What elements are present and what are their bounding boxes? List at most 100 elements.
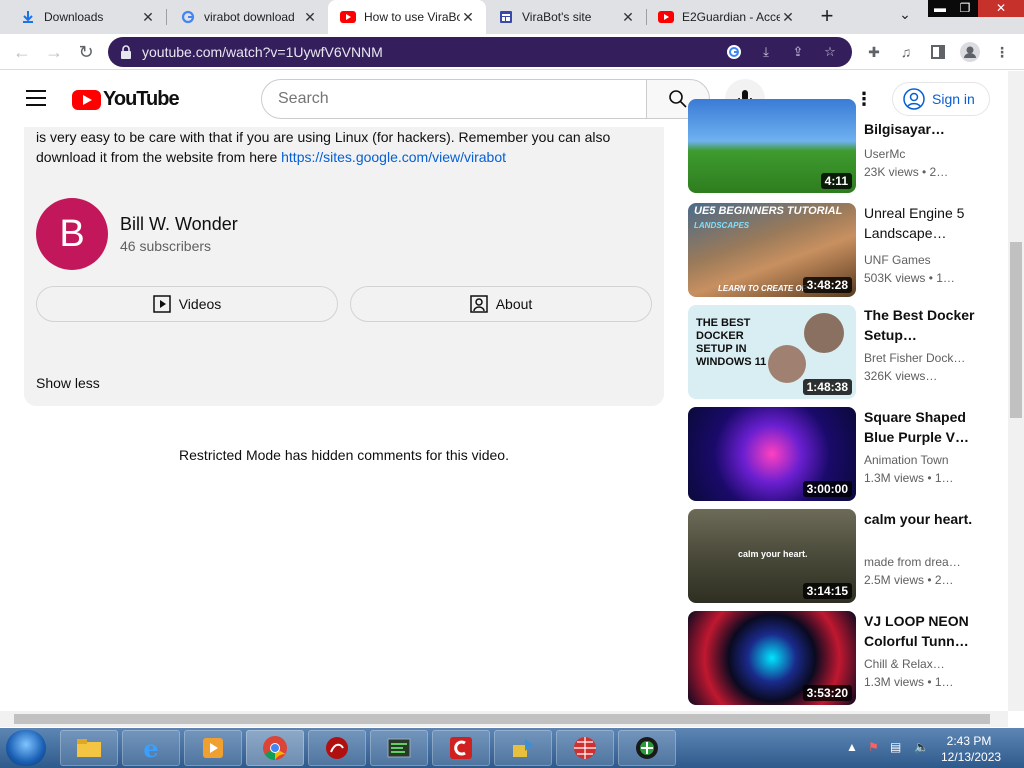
thumbnail-caption: LEARN TO CREATE OP: [718, 284, 808, 293]
new-tab-button[interactable]: +: [815, 4, 839, 28]
address-bar[interactable]: youtube.com/watch?v=1UywfV6VNNM ⤓ ⇪ ☆: [108, 37, 852, 67]
video-thumbnail[interactable]: 3:00:00: [688, 407, 856, 501]
youtube-logo[interactable]: YouTube: [72, 88, 180, 111]
minimize-button[interactable]: ▬: [928, 0, 952, 17]
close-icon[interactable]: ✕: [302, 9, 318, 25]
close-icon[interactable]: ✕: [460, 9, 476, 25]
video-channel[interactable]: UserMc: [864, 147, 996, 161]
tab-e2guardian[interactable]: E2Guardian - Access Denied ✕: [646, 0, 806, 34]
url-text[interactable]: youtube.com/watch?v=1UywfV6VNNM: [142, 44, 724, 60]
app-red-swirl-icon[interactable]: [308, 730, 366, 766]
close-icon[interactable]: ✕: [620, 9, 636, 25]
video-thumbnail[interactable]: 3:53:20: [688, 611, 856, 705]
side-panel-icon[interactable]: [928, 42, 948, 62]
sign-in-button[interactable]: Sign in: [892, 82, 990, 116]
terminal-app-icon[interactable]: [370, 730, 428, 766]
video-title[interactable]: The Best Docker Setup…: [864, 305, 996, 345]
search-icon: [669, 90, 687, 108]
media-controls-icon[interactable]: ♫: [896, 42, 916, 62]
lock-icon[interactable]: [120, 45, 132, 59]
extensions-puzzle-icon[interactable]: ✚: [864, 42, 884, 62]
media-player-icon[interactable]: [184, 730, 242, 766]
virabot-site-link[interactable]: https://sites.google.com/view/virabot: [281, 149, 506, 165]
share-icon[interactable]: ⇪: [788, 42, 808, 62]
video-channel[interactable]: Bret Fisher Dock…: [864, 351, 996, 365]
video-thumbnail[interactable]: calm your heart. 3:14:15: [688, 509, 856, 603]
related-video[interactable]: 3:53:20 VJ LOOP NEON Colorful Tunn… Chil…: [688, 611, 1003, 705]
video-thumbnail[interactable]: THE BEST DOCKER SETUP IN WINDOWS 11 1:48…: [688, 305, 856, 399]
network-icon[interactable]: ▤: [890, 740, 901, 754]
account-circle-icon: [903, 88, 925, 110]
video-channel[interactable]: Chill & Relax…: [864, 657, 996, 671]
show-hidden-icons-chevron-icon[interactable]: ▲: [846, 740, 858, 754]
related-video[interactable]: 3:00:00 Square Shaped Blue Purple V… Ani…: [688, 407, 1003, 501]
video-channel[interactable]: Animation Town: [864, 453, 996, 467]
vertical-scrollbar-thumb[interactable]: [1010, 242, 1022, 418]
forward-arrow-icon[interactable]: →: [42, 40, 66, 64]
video-description: is very easy to be care with that if you…: [24, 127, 664, 406]
clock-date[interactable]: 12/13/2023: [941, 750, 1001, 764]
chrome-icon[interactable]: [246, 730, 304, 766]
tab-virabot-download[interactable]: virabot download ✕: [166, 0, 328, 34]
related-video[interactable]: calm your heart. 3:14:15 calm your heart…: [688, 509, 1003, 603]
channel-avatar[interactable]: B: [36, 198, 108, 270]
globe-app-icon[interactable]: [556, 730, 614, 766]
video-title[interactable]: calm your heart.: [864, 509, 996, 529]
close-icon[interactable]: ✕: [780, 9, 796, 25]
video-channel[interactable]: made from drea…: [864, 555, 996, 569]
video-channel[interactable]: UNF Games: [864, 253, 996, 267]
google-lens-icon[interactable]: [724, 42, 744, 62]
video-thumbnail[interactable]: 4:11: [688, 99, 856, 193]
tab-title: How to use ViraBot: [364, 10, 460, 24]
window-close-button[interactable]: ✕: [978, 0, 1024, 17]
internet-explorer-icon[interactable]: e: [122, 730, 180, 766]
description-text: is very easy to be care with that if you…: [36, 127, 636, 167]
network-settings-icon[interactable]: [494, 730, 552, 766]
related-video[interactable]: THE BEST DOCKER SETUP IN WINDOWS 11 1:48…: [688, 305, 1003, 399]
clock-time[interactable]: 2:43 PM: [941, 734, 997, 748]
profile-avatar-icon[interactable]: [960, 42, 980, 62]
video-title[interactable]: Unreal Engine 5 Landscape…: [864, 203, 996, 243]
thumbnail-caption: calm your heart.: [738, 549, 808, 559]
tab-downloads[interactable]: Downloads ✕: [0, 0, 166, 34]
flag-alert-icon[interactable]: ⚑: [868, 740, 879, 754]
chrome-menu-icon[interactable]: ⋮: [992, 42, 1012, 62]
browser-toolbar: ← → ↻ youtube.com/watch?v=1UywfV6VNNM ⤓ …: [0, 34, 1024, 70]
app-red-c-icon[interactable]: [432, 730, 490, 766]
install-app-icon[interactable]: ⤓: [756, 42, 776, 62]
videos-button[interactable]: Videos: [36, 286, 338, 322]
channel-name[interactable]: Bill W. Wonder: [120, 214, 238, 235]
video-title[interactable]: Square Shaped Blue Purple V…: [864, 407, 996, 447]
reload-icon[interactable]: ↻: [74, 40, 98, 64]
file-explorer-icon[interactable]: [60, 730, 118, 766]
security-shield-icon[interactable]: [618, 730, 676, 766]
related-video[interactable]: 4:11 Bilgisayar… UserMc 23K views • 2…: [688, 99, 1003, 193]
maximize-button[interactable]: ❐: [952, 0, 978, 17]
search-input[interactable]: Search: [261, 79, 647, 119]
tab-virabot-site[interactable]: ViraBot's site ✕: [486, 0, 646, 34]
video-meta: 23K views • 2…: [864, 165, 949, 179]
hamburger-menu-icon[interactable]: [26, 90, 46, 106]
back-arrow-icon[interactable]: ←: [10, 40, 34, 64]
about-button[interactable]: About: [350, 286, 652, 322]
video-meta: 503K views • 1…: [864, 271, 955, 285]
volume-muted-icon[interactable]: 🔈: [914, 740, 929, 754]
video-thumbnail[interactable]: UE5 BEGINNERS TUTORIAL LANDSCAPES LEARN …: [688, 203, 856, 297]
related-video[interactable]: UE5 BEGINNERS TUTORIAL LANDSCAPES LEARN …: [688, 203, 1003, 297]
video-title[interactable]: VJ LOOP NEON Colorful Tunn…: [864, 611, 996, 651]
close-icon[interactable]: ✕: [140, 9, 156, 25]
video-title[interactable]: Bilgisayar…: [864, 119, 996, 139]
start-button[interactable]: [6, 730, 46, 766]
tab-how-to-use-virabot[interactable]: How to use ViraBot ✕: [328, 0, 486, 34]
download-icon: [20, 9, 36, 25]
show-less-button[interactable]: Show less: [36, 375, 100, 391]
horizontal-scrollbar-thumb[interactable]: [14, 714, 990, 724]
tab-search-chevron-icon[interactable]: ⌄: [895, 6, 915, 26]
thumbnail-person: [768, 345, 806, 383]
bookmark-star-icon[interactable]: ☆: [820, 42, 840, 62]
tab-strip: Downloads ✕ virabot download ✕ How to us…: [0, 0, 1024, 34]
windows-taskbar: e ▲ ⚑ ▤ 🔈 2:43 PM 12/13/2023: [0, 728, 1024, 768]
video-duration: 3:14:15: [802, 583, 852, 599]
sites-icon: [498, 9, 514, 25]
person-box-icon: [469, 295, 488, 313]
